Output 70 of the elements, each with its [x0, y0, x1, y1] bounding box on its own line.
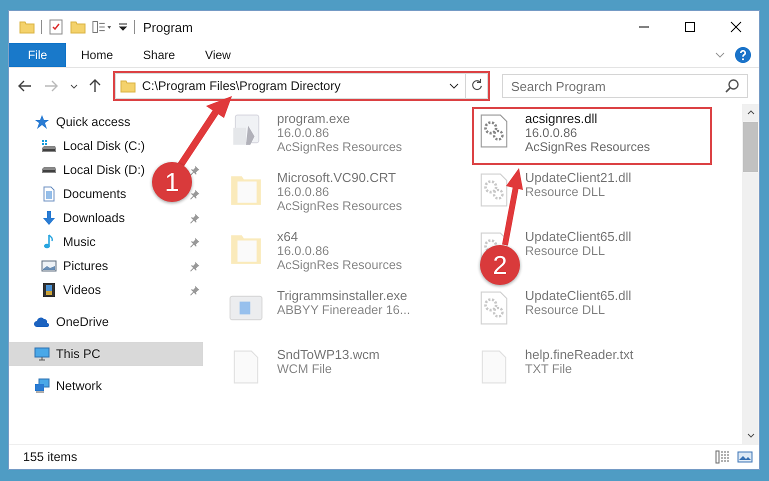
- file-detail: AcSignRes Resources: [525, 140, 650, 154]
- window-title: Program: [143, 20, 193, 34]
- ribbon-tab[interactable]: View: [190, 43, 246, 67]
- up-arrow-icon[interactable]: [87, 78, 103, 94]
- file-detail: ABBYY Finereader 16...: [277, 303, 410, 317]
- dropdown-icon[interactable]: [118, 22, 128, 32]
- search-icon[interactable]: [724, 78, 740, 94]
- scrollbar-thumb[interactable]: [743, 122, 758, 172]
- file-name[interactable]: UpdateClient65.dll: [525, 229, 632, 244]
- file-name[interactable]: help.fineReader.txt: [525, 347, 634, 362]
- nav-item[interactable]: This PC: [9, 342, 203, 366]
- file-menu-button[interactable]: File: [9, 43, 66, 67]
- tiles-view-icon[interactable]: [737, 449, 753, 465]
- monitor-icon: [34, 346, 50, 362]
- item-count: 155 items: [23, 450, 78, 464]
- file-detail: 16.0.0.86: [277, 185, 330, 199]
- file-detail: 16.0.0.86: [525, 126, 578, 140]
- film-icon: [41, 282, 57, 298]
- ribbon-tab[interactable]: Home: [66, 43, 128, 67]
- file-name[interactable]: Microsoft.VC90.CRT: [277, 170, 402, 185]
- file-name[interactable]: SndToWP13.wcm: [277, 347, 380, 362]
- file-detail: AcSignRes Resources: [277, 258, 402, 272]
- picture-icon: [41, 258, 57, 274]
- properties-icon[interactable]: [92, 19, 112, 35]
- back-arrow-icon[interactable]: [17, 78, 33, 94]
- scrollbar[interactable]: [742, 104, 759, 444]
- drive-icon: [41, 166, 57, 174]
- folder-icon: [120, 78, 136, 94]
- file-detail: Resource DLL: [525, 185, 606, 199]
- file-detail: 16.0.0.86: [277, 244, 330, 258]
- close-icon: [730, 20, 742, 32]
- file-name[interactable]: UpdateClient65.dll: [525, 288, 632, 303]
- refresh-icon: [470, 78, 484, 92]
- file-detail: 16.0.0.86: [277, 126, 330, 140]
- nav-item[interactable]: Network: [56, 379, 102, 393]
- file-name[interactable]: UpdateClient21.dll: [525, 170, 632, 185]
- document-icon: [41, 186, 57, 202]
- address-path: C:\Program Files\Program Directory: [142, 79, 342, 93]
- file-detail: Resource DLL: [525, 303, 606, 317]
- help-icon[interactable]: [735, 47, 751, 63]
- network-icon: [34, 378, 50, 394]
- file-detail: TXT File: [525, 362, 573, 376]
- drive-icon: [41, 138, 57, 154]
- address-field[interactable]: C:\Program Files\Program Directory: [115, 73, 488, 99]
- maximize-icon: [684, 20, 696, 32]
- star-icon: [34, 114, 50, 130]
- chevron-down-icon[interactable]: [449, 81, 459, 91]
- callout-arrow: [177, 96, 232, 168]
- file-detail: Resource DLL: [525, 244, 606, 258]
- nav-item[interactable]: Documents: [63, 187, 126, 201]
- file-name[interactable]: acsignres.dll: [525, 111, 650, 126]
- file-detail: AcSignRes Resources: [277, 199, 402, 213]
- nav-item[interactable]: Music: [63, 235, 96, 249]
- ribbon-tab[interactable]: Share: [128, 43, 190, 67]
- file-name[interactable]: program.exe: [277, 111, 402, 126]
- file-name[interactable]: Trigrammsinstaller.exe: [277, 288, 410, 303]
- file-detail: AcSignRes Resources: [277, 140, 402, 154]
- download-arrow-icon: [41, 210, 57, 226]
- nav-item[interactable]: Local Disk (C:): [63, 139, 145, 153]
- nav-item[interactable]: Quick access: [56, 115, 130, 129]
- nav-item[interactable]: OneDrive: [56, 315, 109, 329]
- search-field[interactable]: Search Program: [502, 74, 748, 98]
- checklist-icon[interactable]: [48, 19, 64, 35]
- nav-item[interactable]: Downloads: [63, 211, 125, 225]
- details-view-icon[interactable]: [715, 449, 731, 465]
- file-detail: WCM File: [277, 362, 333, 376]
- file-name[interactable]: x64: [277, 229, 402, 244]
- nav-item[interactable]: Videos: [63, 283, 101, 297]
- nav-item[interactable]: Local Disk (D:): [63, 163, 145, 177]
- nav-item[interactable]: Pictures: [63, 259, 108, 273]
